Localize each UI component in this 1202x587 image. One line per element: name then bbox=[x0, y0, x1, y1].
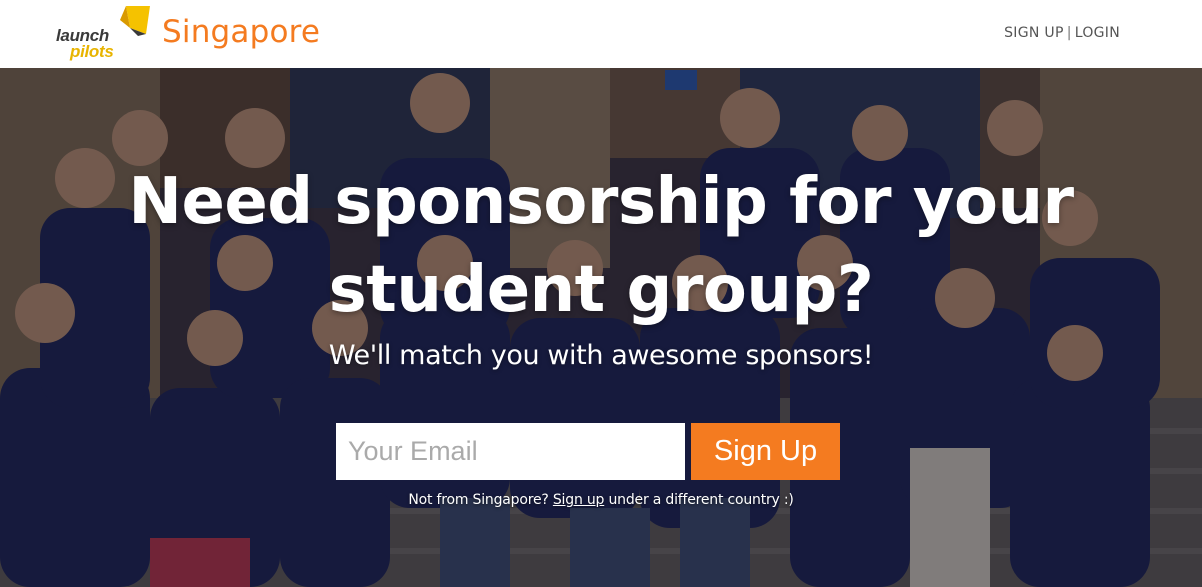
hero-subheadline: We'll match you with awesome sponsors! bbox=[328, 340, 874, 371]
site-header: launch pilots Singapore SIGN UP | LOGIN bbox=[0, 0, 1202, 68]
different-country-note: Not from Singapore? Sign up under a diff… bbox=[0, 492, 1202, 508]
logo-mark-icon bbox=[120, 6, 150, 36]
email-input[interactable] bbox=[336, 423, 685, 480]
auth-links: SIGN UP | LOGIN bbox=[1004, 25, 1120, 41]
note-prefix: Not from Singapore? bbox=[408, 492, 549, 508]
signup-button[interactable]: Sign Up bbox=[691, 423, 840, 480]
city-title: Singapore bbox=[162, 14, 321, 50]
auth-separator: | bbox=[1066, 25, 1072, 41]
logo-text-pilots: pilots bbox=[70, 42, 114, 61]
launchpilots-logo[interactable]: launch pilots bbox=[56, 6, 150, 62]
headline-line-1: Need sponsorship for your bbox=[128, 165, 1074, 239]
hero-headline: Need sponsorship for your student group? bbox=[0, 158, 1202, 334]
note-suffix: under a different country :) bbox=[608, 492, 794, 508]
hero-section: Need sponsorship for your student group?… bbox=[0, 68, 1202, 587]
signup-link[interactable]: SIGN UP bbox=[1004, 25, 1064, 41]
headline-line-2: student group? bbox=[328, 253, 874, 327]
signup-form: Sign Up bbox=[336, 423, 840, 480]
login-link[interactable]: LOGIN bbox=[1075, 25, 1120, 41]
different-country-signup-link[interactable]: Sign up bbox=[553, 492, 605, 508]
